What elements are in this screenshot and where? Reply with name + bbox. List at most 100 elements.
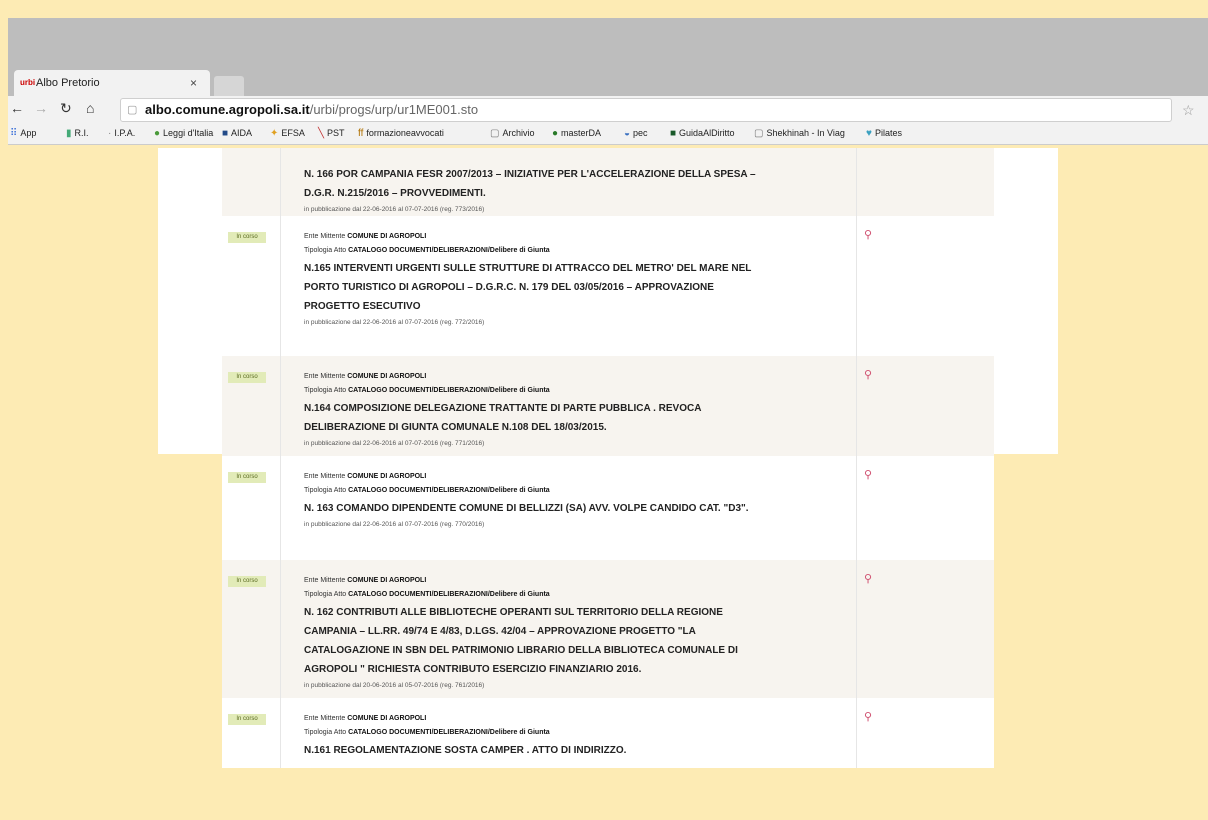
column-divider [280, 698, 281, 768]
apps-grid-icon: ⠿ [10, 128, 18, 139]
bookmark-pst[interactable]: ╲ PST [318, 122, 345, 144]
magnifier-icon[interactable]: ⚲ [864, 710, 872, 723]
item-sender: Ente Mittente COMUNE DI AGROPOLI [304, 715, 427, 722]
column-divider [856, 356, 857, 456]
item-type: Tipologia Atto CATALOGO DOCUMENTI/DELIBE… [304, 729, 550, 736]
item-sender: Ente Mittente COMUNE DI AGROPOLI [304, 577, 427, 584]
reload-icon[interactable]: ↻ [60, 100, 72, 117]
bookmark-archivio[interactable]: ▢ Archivio [490, 122, 534, 144]
ipa-favicon-icon: · [108, 128, 112, 139]
status-badge: In corso [228, 576, 266, 587]
browser-toolbar: ← → ↻ ⌂ ▢ albo.comune.agropoli.sa.it/urb… [8, 96, 1208, 145]
efsa-favicon-icon: ✦ [270, 128, 279, 139]
home-icon[interactable]: ⌂ [86, 100, 94, 116]
ri-favicon-icon: ▮ [66, 128, 72, 139]
item-sender: Ente Mittente COMUNE DI AGROPOLI [304, 233, 427, 240]
aida-favicon-icon: ■ [222, 128, 229, 139]
item-subject[interactable]: N. 166 POR CAMPANIA FESR 2007/2013 – INI… [304, 165, 844, 203]
bookmark-star-icon[interactable]: ☆ [1182, 102, 1195, 119]
status-badge: In corso [228, 714, 266, 725]
masterda-favicon-icon: ● [552, 128, 559, 139]
item-type: Tipologia Atto CATALOGO DOCUMENTI/DELIBE… [304, 487, 550, 494]
item-sender: Ente Mittente COMUNE DI AGROPOLI [304, 473, 427, 480]
item-subject[interactable]: N. 163 COMANDO DIPENDENTE COMUNE DI BELL… [304, 499, 844, 518]
magnifier-icon[interactable]: ⚲ [864, 572, 872, 585]
globe-icon: ● [154, 128, 161, 139]
item-subject[interactable]: N. 162 CONTRIBUTI ALLE BIBLIOTECHE OPERA… [304, 603, 844, 679]
bookmark-aida[interactable]: ■ AIDA [222, 122, 252, 144]
bookmark-app[interactable]: ⠿ App [10, 122, 36, 144]
bookmark-ipa[interactable]: · I.P.A. [108, 122, 135, 144]
bookmarks-bar: ⠿ App ▮ R.I. · I.P.A. ● Leggi d'Italia ■ AIDA… [8, 122, 1208, 144]
title-bar: urbi Albo Pretorio × [8, 18, 1208, 96]
bookmark-masterda[interactable]: ● masterDA [552, 122, 601, 144]
column-divider [856, 456, 857, 560]
item-content: Ente Mittente COMUNE DI AGROPOLI Tipolog… [304, 712, 844, 760]
tab-albo-pretorio[interactable]: urbi Albo Pretorio × [14, 70, 210, 96]
albo-list: N. 166 POR CAMPANIA FESR 2007/2013 – INI… [222, 148, 994, 768]
item-content: Ente Mittente COMUNE DI AGROPOLI Tipolog… [304, 230, 844, 329]
new-tab-button[interactable] [214, 76, 244, 96]
subject-line: PORTO TURISTICO DI AGROPOLI – D.G.R.C. N… [304, 282, 714, 293]
item-type: Tipologia Atto CATALOGO DOCUMENTI/DELIBE… [304, 247, 550, 254]
url-text: albo.comune.agropoli.sa.it/urbi/progs/ur… [145, 102, 479, 117]
bookmark-pilates[interactable]: ♥ Pilates [866, 122, 902, 144]
subject-line: N.164 COMPOSIZIONE DELEGAZIONE TRATTANTE… [304, 403, 702, 414]
column-divider [280, 456, 281, 560]
bookmark-pec[interactable]: ◒ pec [624, 122, 648, 144]
column-divider [856, 560, 857, 698]
tab-title: Albo Pretorio [36, 77, 100, 89]
magnifier-icon[interactable]: ⚲ [864, 228, 872, 241]
subject-line: AGROPOLI " RICHIESTA CONTRIBUTO ESERCIZI… [304, 664, 642, 675]
item-content: N. 166 POR CAMPANIA FESR 2007/2013 – INI… [304, 164, 844, 216]
column-divider [280, 356, 281, 456]
list-item: In corso Ente Mittente COMUNE DI AGROPOL… [222, 216, 994, 357]
item-content: Ente Mittente COMUNE DI AGROPOLI Tipolog… [304, 574, 844, 692]
subject-line: N.165 INTERVENTI URGENTI SULLE STRUTTURE… [304, 263, 752, 274]
subject-line: N. 163 COMANDO DIPENDENTE COMUNE DI BELL… [304, 503, 749, 514]
column-divider [280, 560, 281, 698]
item-publication: in pubblicazione dal 22-06-2016 al 07-07… [304, 440, 485, 447]
page-icon: ▢ [754, 128, 764, 139]
bookmark-leggi-ditalia[interactable]: ● Leggi d'Italia [154, 122, 213, 144]
status-badge: In corso [228, 372, 266, 383]
address-bar[interactable]: ▢ albo.comune.agropoli.sa.it/urbi/progs/… [120, 98, 1172, 122]
bookmark-shekhinah[interactable]: ▢ Shekhinah - In Viag [754, 122, 845, 144]
item-subject[interactable]: N.165 INTERVENTI URGENTI SULLE STRUTTURE… [304, 259, 844, 316]
column-divider [280, 148, 281, 216]
subject-line: N.161 REGOLAMENTAZIONE SOSTA CAMPER . AT… [304, 745, 627, 756]
item-subject[interactable]: N.161 REGOLAMENTAZIONE SOSTA CAMPER . AT… [304, 741, 844, 760]
forward-arrow-icon[interactable]: → [34, 100, 48, 116]
subject-line: DELIBERAZIONE DI GIUNTA COMUNALE N.108 D… [304, 422, 607, 433]
bookmark-ri[interactable]: ▮ R.I. [66, 122, 89, 144]
item-type: Tipologia Atto CATALOGO DOCUMENTI/DELIBE… [304, 591, 550, 598]
page-icon: ▢ [490, 128, 500, 139]
pst-favicon-icon: ╲ [318, 128, 325, 139]
bookmark-guidaaldiritto[interactable]: ■ GuidaAlDiritto [670, 122, 735, 144]
magnifier-icon[interactable]: ⚲ [864, 468, 872, 481]
item-type: Tipologia Atto CATALOGO DOCUMENTI/DELIBE… [304, 387, 550, 394]
subject-line: N. 166 POR CAMPANIA FESR 2007/2013 – INI… [304, 169, 756, 180]
item-content: Ente Mittente COMUNE DI AGROPOLI Tipolog… [304, 370, 844, 450]
bookmark-formazioneavvocati[interactable]: ff formazioneavvocati [358, 122, 444, 144]
item-sender: Ente Mittente COMUNE DI AGROPOLI [304, 373, 427, 380]
formazione-favicon-icon: ff [358, 128, 364, 139]
guida-favicon-icon: ■ [670, 128, 677, 139]
urbi-favicon-icon: urbi [20, 78, 36, 87]
bookmark-efsa[interactable]: ✦ EFSA [270, 122, 305, 144]
item-subject[interactable]: N.164 COMPOSIZIONE DELEGAZIONE TRATTANTE… [304, 399, 844, 437]
item-content: Ente Mittente COMUNE DI AGROPOLI Tipolog… [304, 470, 844, 531]
list-item: In corso Ente Mittente COMUNE DI AGROPOL… [222, 456, 994, 561]
column-divider [856, 698, 857, 768]
column-divider [856, 148, 857, 216]
tab-close-icon[interactable]: × [190, 70, 197, 96]
column-divider [280, 216, 281, 356]
item-publication: in pubblicazione dal 22-06-2016 al 07-07… [304, 206, 485, 213]
subject-line: PROGETTO ESECUTIVO [304, 301, 421, 312]
back-arrow-icon[interactable]: ← [10, 100, 24, 116]
status-badge: In corso [228, 232, 266, 243]
magnifier-icon[interactable]: ⚲ [864, 368, 872, 381]
pilates-favicon-icon: ♥ [866, 128, 872, 139]
subject-line: CATALOGAZIONE IN SBN DEL PATRIMONIO LIBR… [304, 645, 738, 656]
status-badge: In corso [228, 472, 266, 483]
